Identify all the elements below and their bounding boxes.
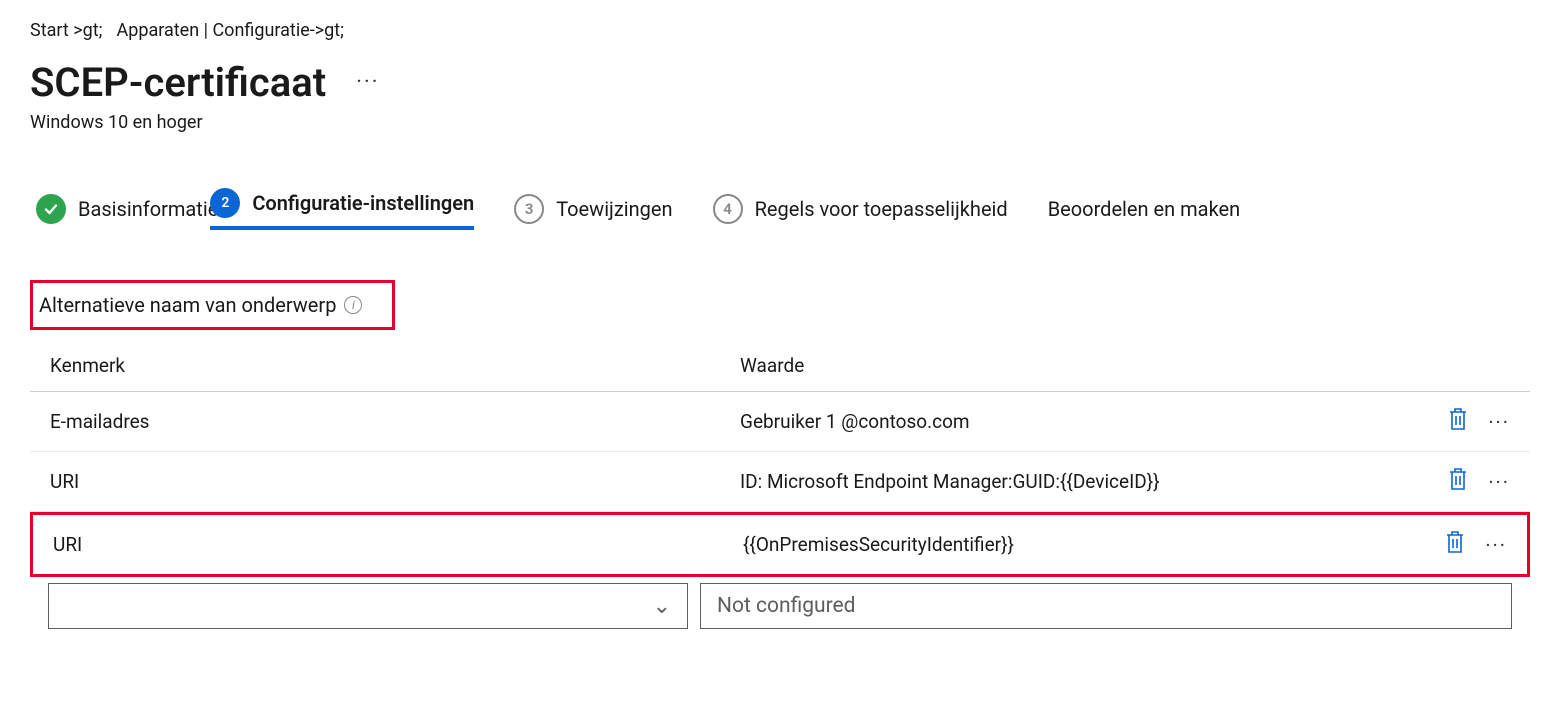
page-title: SCEP-certificaat [30, 59, 326, 106]
check-icon [36, 194, 66, 224]
delete-icon[interactable] [1446, 466, 1470, 497]
info-icon[interactable]: i [344, 296, 362, 314]
step-label: Beoordelen en maken [1048, 197, 1240, 221]
table-row: E-mailadresGebruiker 1 @contoso.com ··· [30, 392, 1530, 452]
step-number-icon: 2 [210, 188, 240, 218]
section-title-highlight: Alternatieve naam van onderwerp i [30, 280, 395, 330]
delete-icon[interactable] [1443, 529, 1467, 560]
step-label: Regels voor toepasselijkheid [755, 197, 1008, 221]
row-attribute: URI [53, 533, 743, 556]
san-table: Kenmerk Waarde E-mailadresGebruiker 1 @c… [30, 348, 1530, 629]
page-subtitle: Windows 10 en hoger [30, 112, 1530, 133]
row-attribute: URI [50, 470, 740, 493]
section-title: Alternatieve naam van onderwerp [39, 293, 336, 317]
wizard-steps: Basisinformatie 2 Configuratie-instellin… [36, 188, 1530, 230]
row-more-icon[interactable]: ··· [1488, 470, 1510, 494]
table-row: URI{{OnPremisesSecurityIdentifier}} ··· [30, 512, 1530, 577]
row-more-icon[interactable]: ··· [1485, 533, 1507, 557]
value-placeholder: Not configured [717, 594, 856, 618]
attribute-select[interactable]: ⌄ [48, 583, 688, 629]
step-label: Basisinformatie [78, 197, 218, 221]
step-label: Configuratie-instellingen [252, 191, 474, 215]
step-basisinformatie[interactable]: Basisinformatie [36, 194, 218, 224]
row-value: ID: Microsoft Endpoint Manager:GUID:{{De… [740, 470, 1446, 493]
step-regels[interactable]: 4 Regels voor toepasselijkheid [713, 194, 1008, 224]
row-more-icon[interactable]: ··· [1488, 410, 1510, 434]
step-toewijzingen[interactable]: 3 Toewijzingen [514, 194, 672, 224]
table-row: URIID: Microsoft Endpoint Manager:GUID:{… [30, 452, 1530, 512]
step-number-icon: 3 [514, 194, 544, 224]
breadcrumb-item[interactable]: Apparaten | Configuratie->gt; [116, 20, 343, 41]
step-configuratie-instellingen[interactable]: 2 Configuratie-instellingen [210, 188, 474, 230]
row-value: {{OnPremisesSecurityIdentifier}} [743, 533, 1443, 556]
row-value: Gebruiker 1 @contoso.com [740, 410, 1446, 433]
more-menu-icon[interactable]: ··· [356, 70, 379, 95]
step-label: Toewijzingen [556, 197, 672, 221]
value-input[interactable]: Not configured [700, 583, 1512, 629]
breadcrumb: Start >gt; Apparaten | Configuratie->gt; [30, 20, 1530, 41]
breadcrumb-item[interactable]: Start >gt; [30, 20, 102, 41]
column-header-val: Waarde [740, 354, 1510, 377]
row-attribute: E-mailadres [50, 410, 740, 433]
delete-icon[interactable] [1446, 406, 1470, 437]
step-beoordelen[interactable]: Beoordelen en maken [1048, 197, 1240, 221]
column-header-attr: Kenmerk [50, 354, 740, 377]
step-number-icon: 4 [713, 194, 743, 224]
chevron-down-icon: ⌄ [653, 594, 671, 619]
